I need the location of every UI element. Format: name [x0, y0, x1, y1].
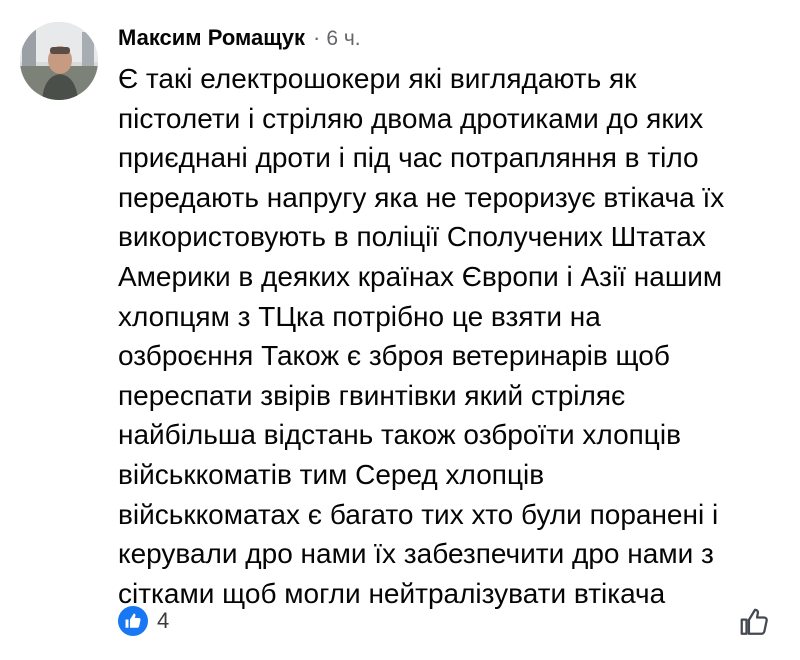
comment-time[interactable]: 6 ч.	[326, 27, 360, 50]
comment-header: Максим Ромащук · 6 ч.	[118, 24, 361, 53]
reaction-summary[interactable]: 4	[118, 604, 169, 638]
author-name[interactable]: Максим Ромащук	[118, 25, 305, 50]
like-button[interactable]	[736, 604, 772, 640]
thumbs-up-outline-icon	[740, 608, 768, 635]
avatar-photo	[20, 22, 98, 100]
separator-dot: ·	[313, 25, 321, 50]
reaction-count: 4	[157, 608, 170, 633]
avatar[interactable]	[20, 22, 98, 100]
thumbs-up-icon	[118, 606, 148, 636]
comment: Максим Ромащук · 6 ч. Є такі електрошокери…	[0, 0, 800, 660]
comment-text: Є такі електрошокери які виглядають як п…	[118, 63, 725, 609]
